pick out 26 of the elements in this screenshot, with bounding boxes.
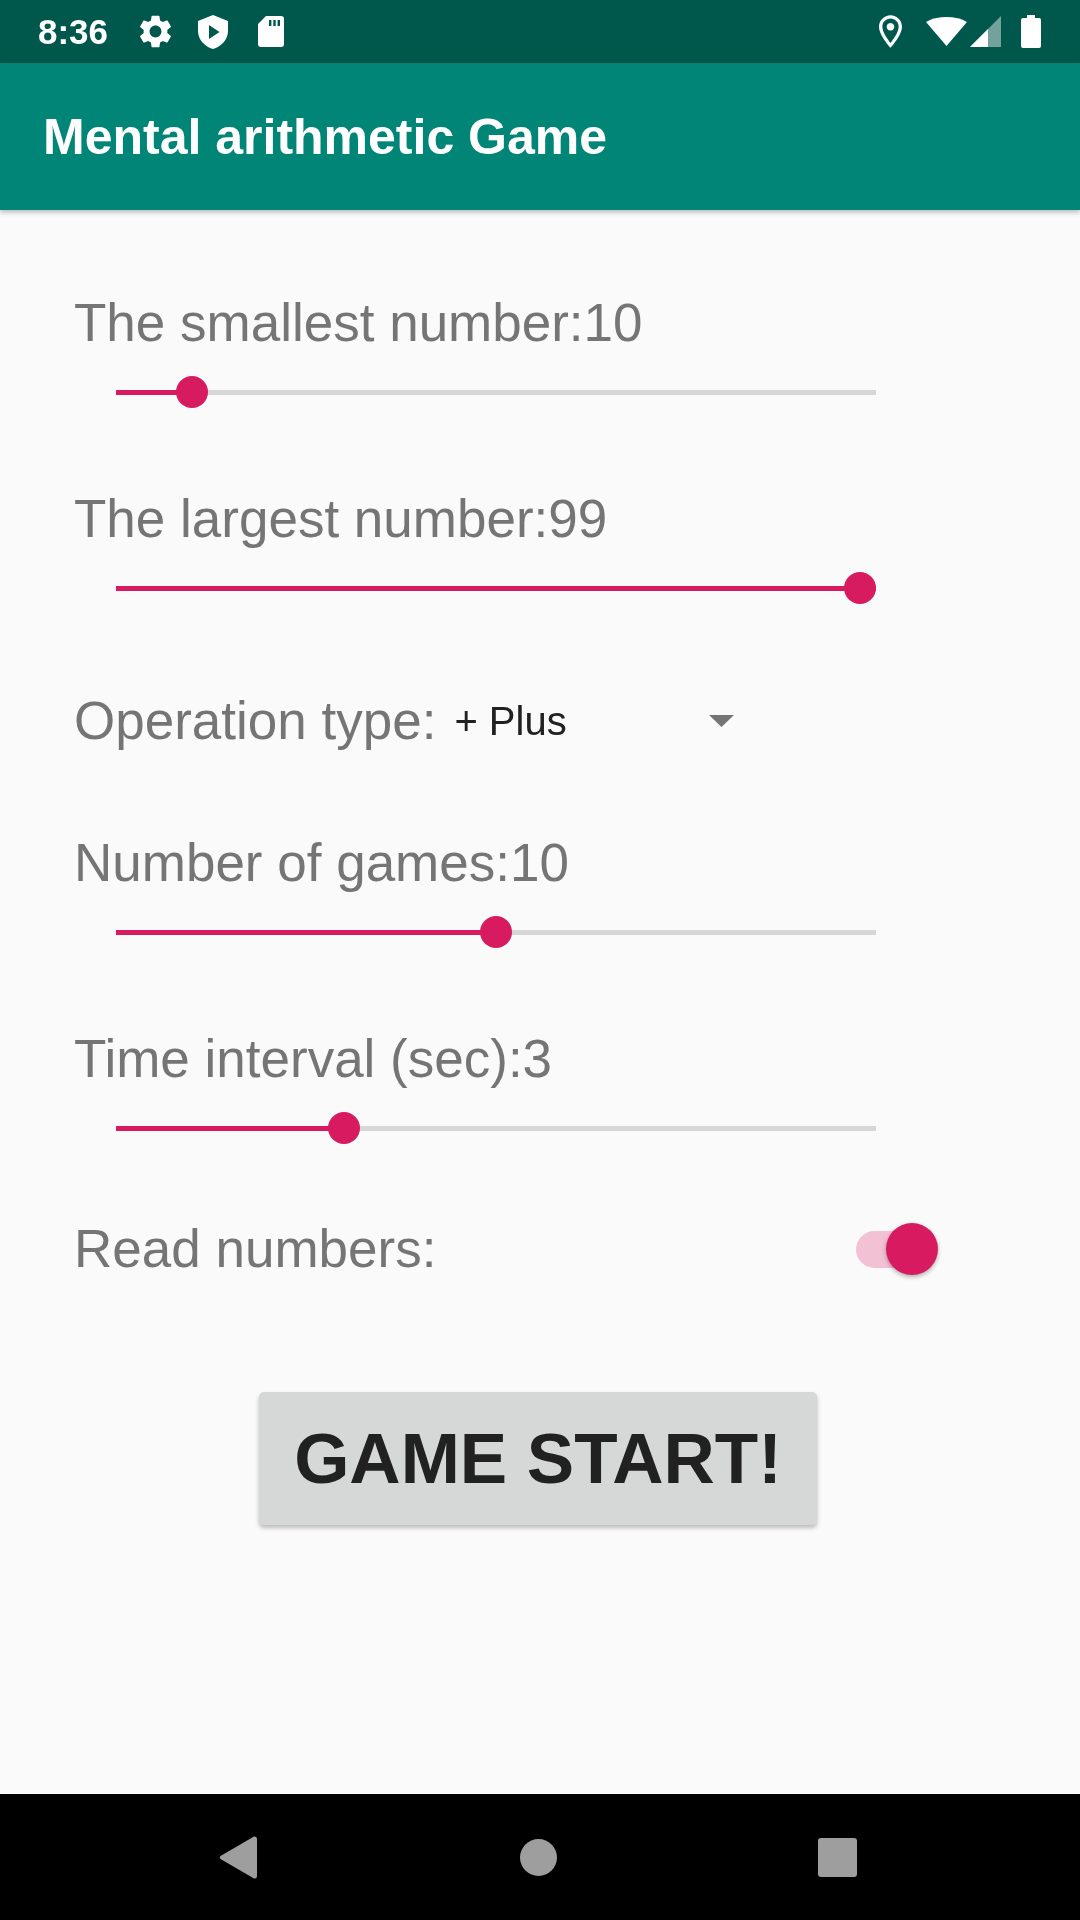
toggle-switch[interactable] <box>856 1223 938 1275</box>
setting-label: Operation type: <box>74 690 437 752</box>
status-time: 8:36 <box>38 11 109 52</box>
app-title: Mental arithmetic Game <box>43 107 608 167</box>
slider-thumb[interactable] <box>844 572 876 604</box>
setting-label: The smallest number:10 <box>74 292 644 354</box>
slider-thumb[interactable] <box>328 1112 360 1144</box>
back-icon[interactable] <box>219 1835 257 1879</box>
setting-label: Time interval (sec):3 <box>74 1028 554 1090</box>
shield-play-icon <box>198 14 229 49</box>
sd-card-icon <box>258 16 285 47</box>
home-icon[interactable] <box>520 1838 557 1876</box>
wifi-icon <box>926 17 967 46</box>
signal-icon <box>970 16 1001 47</box>
caret-icon <box>709 715 735 727</box>
settings-icon <box>139 15 173 48</box>
slider-thumb[interactable] <box>176 376 208 408</box>
battery-icon <box>1021 15 1041 48</box>
setting-label: Read numbers: <box>74 1218 437 1280</box>
location-pin-icon <box>879 15 902 48</box>
start-button[interactable]: GAME START! <box>259 1392 817 1525</box>
dropdown[interactable]: + Plus <box>446 690 747 752</box>
setting-label: Number of games:10 <box>74 832 570 894</box>
recents-icon[interactable] <box>818 1837 857 1877</box>
setting-label: The largest number:99 <box>74 488 609 550</box>
slider-thumb[interactable] <box>480 916 512 948</box>
